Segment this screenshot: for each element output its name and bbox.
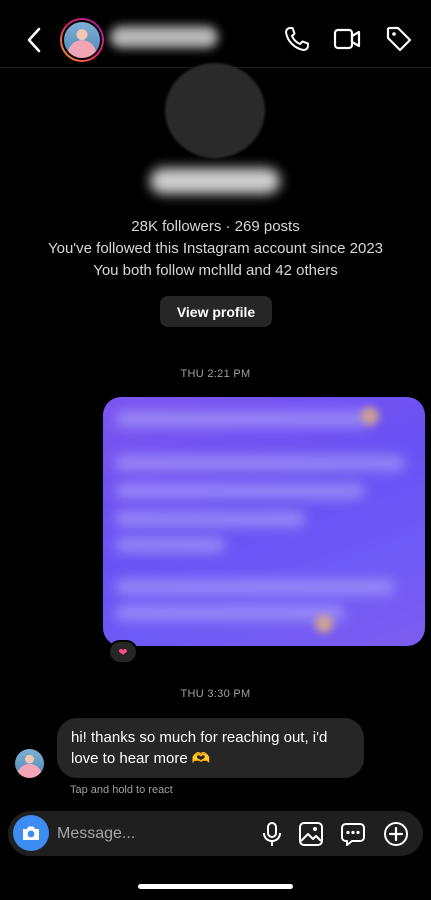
timestamp: THU 2:21 PM — [180, 368, 251, 380]
sticker-chat-icon[interactable] — [339, 820, 367, 848]
sender-avatar[interactable] — [15, 749, 44, 778]
profile-avatar-blurred — [165, 63, 265, 158]
timestamp: THU 3:30 PM — [180, 688, 251, 700]
thread-header — [0, 0, 431, 68]
back-chevron-icon[interactable] — [22, 24, 48, 56]
incoming-message-bubble[interactable]: hi! thanks so much for reaching out, i'd… — [57, 718, 364, 778]
microphone-icon[interactable] — [258, 820, 286, 848]
outgoing-message-bubble-blurred[interactable] — [103, 397, 425, 646]
profile-name-blurred — [150, 168, 280, 194]
plus-circle-icon[interactable] — [382, 820, 410, 848]
followers-posts-count: 28K followers · 269 posts — [131, 218, 300, 235]
camera-icon — [23, 826, 39, 840]
view-profile-button[interactable]: View profile — [160, 296, 272, 327]
camera-button[interactable] — [13, 815, 49, 851]
followed-since-text: You've followed this Instagram account s… — [47, 240, 384, 257]
heart-icon[interactable]: ❤ — [108, 640, 138, 664]
home-indicator[interactable] — [138, 884, 293, 889]
tap-to-react-hint: Tap and hold to react — [70, 784, 173, 796]
message-composer — [8, 811, 423, 856]
video-camera-icon[interactable] — [332, 24, 362, 54]
phone-icon[interactable] — [282, 24, 312, 54]
message-input[interactable] — [57, 821, 247, 847]
gallery-icon[interactable] — [297, 820, 325, 848]
header-avatar[interactable] — [60, 18, 104, 62]
tag-icon[interactable] — [384, 24, 414, 54]
header-username-blurred[interactable] — [110, 26, 218, 48]
dm-thread-screen: 28K followers · 269 posts You've followe… — [0, 0, 431, 900]
mutual-followers-text: You both follow mchlld and 42 others — [93, 262, 338, 279]
